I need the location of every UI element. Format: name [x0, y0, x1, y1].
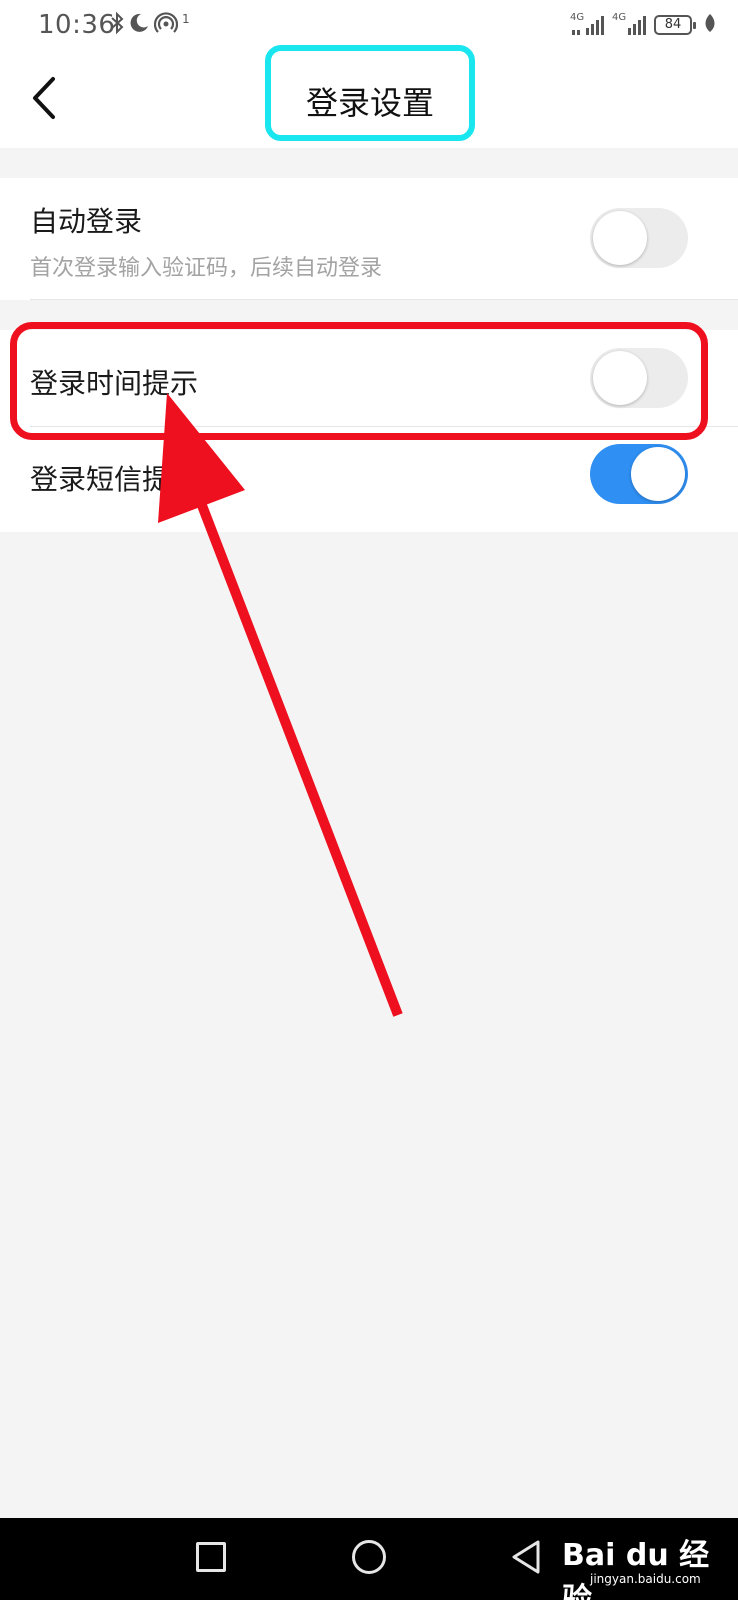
- arrow-shaft: [193, 493, 403, 1017]
- navigation-bar: Bai du 经验 jingyan.baidu.com: [0, 1518, 738, 1600]
- arrow-head: [158, 393, 245, 523]
- back-triangle-icon[interactable]: [508, 1538, 544, 1580]
- recent-apps-button[interactable]: [196, 1542, 226, 1572]
- watermark-site: jingyan.baidu.com: [590, 1572, 701, 1586]
- annotation-arrow: [158, 393, 403, 1017]
- home-button[interactable]: [352, 1540, 386, 1574]
- watermark-brand: Bai du 经验: [562, 1538, 710, 1600]
